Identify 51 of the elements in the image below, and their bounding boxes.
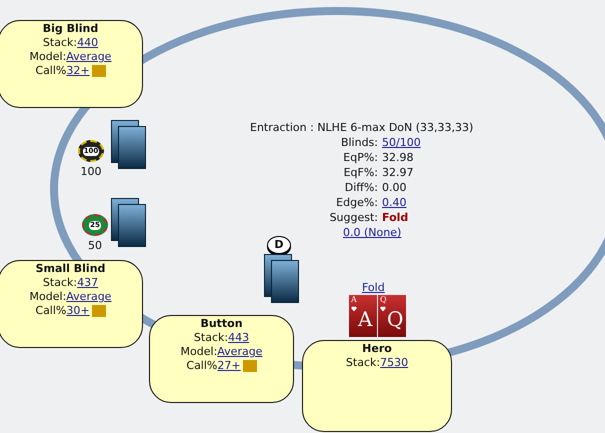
field-label: Stack: bbox=[194, 331, 228, 345]
stat-link[interactable]: 50/100 bbox=[382, 135, 421, 150]
value-link[interactable]: 443 bbox=[228, 331, 250, 345]
suggested-action: Fold bbox=[382, 210, 410, 225]
field-label: Model: bbox=[180, 345, 218, 359]
table-title: Entraction : NLHE 6-max DoN (33,33,33) bbox=[250, 120, 474, 135]
stat-label: EqF%: bbox=[342, 165, 378, 180]
field-label: Call% bbox=[35, 304, 66, 318]
stat-label: EqP%: bbox=[342, 150, 378, 165]
player-name: Button bbox=[200, 317, 243, 331]
stat-label: Blinds: bbox=[340, 135, 378, 150]
stat-label: Suggest: bbox=[328, 210, 378, 225]
swatch-icon bbox=[92, 65, 106, 77]
playing-card: Q Q bbox=[378, 295, 406, 337]
action-link[interactable]: Fold bbox=[362, 281, 385, 294]
value-link[interactable]: 27+ bbox=[217, 359, 241, 373]
value-link[interactable]: Average bbox=[66, 50, 112, 64]
bet-amount: 50 bbox=[88, 239, 102, 252]
stat-value: 32.98 bbox=[382, 150, 414, 165]
card-backs-icon bbox=[264, 254, 300, 304]
stat-value: 32.97 bbox=[382, 165, 414, 180]
value-link[interactable]: 30+ bbox=[66, 304, 90, 318]
field-label: Stack: bbox=[42, 276, 78, 290]
card-backs-icon bbox=[111, 198, 147, 248]
field-label: Model: bbox=[30, 50, 66, 64]
stat-label: Edge%: bbox=[335, 195, 378, 210]
stat-value: 0.00 bbox=[382, 180, 408, 195]
value-link[interactable]: 32+ bbox=[66, 64, 90, 78]
field-label: Model: bbox=[30, 290, 66, 304]
value-link[interactable]: Average bbox=[66, 290, 112, 304]
field-label: Stack: bbox=[346, 356, 380, 370]
value-link[interactable]: Average bbox=[217, 345, 262, 359]
value-link[interactable]: 7530 bbox=[380, 356, 408, 370]
value-link[interactable]: 440 bbox=[77, 36, 98, 50]
field-label: Stack: bbox=[42, 36, 78, 50]
stat-link[interactable]: 0.40 bbox=[382, 195, 421, 210]
swatch-icon bbox=[92, 305, 106, 317]
stat-label: Diff%: bbox=[344, 180, 378, 195]
ev-link[interactable]: 0.0 (None) bbox=[343, 225, 402, 240]
field-label: Call% bbox=[35, 64, 66, 78]
swatch-icon bbox=[242, 360, 257, 372]
player-name: Small Blind bbox=[36, 262, 106, 276]
player-name: Big Blind bbox=[42, 22, 98, 36]
field-label: Call% bbox=[186, 359, 218, 373]
player-name: Hero bbox=[362, 342, 392, 356]
card-backs-icon bbox=[111, 120, 147, 170]
heart-icon bbox=[351, 306, 357, 312]
bet-amount: 100 bbox=[80, 165, 102, 178]
playing-card: A A bbox=[349, 295, 377, 337]
heart-icon bbox=[380, 306, 386, 312]
value-link[interactable]: 437 bbox=[77, 276, 98, 290]
